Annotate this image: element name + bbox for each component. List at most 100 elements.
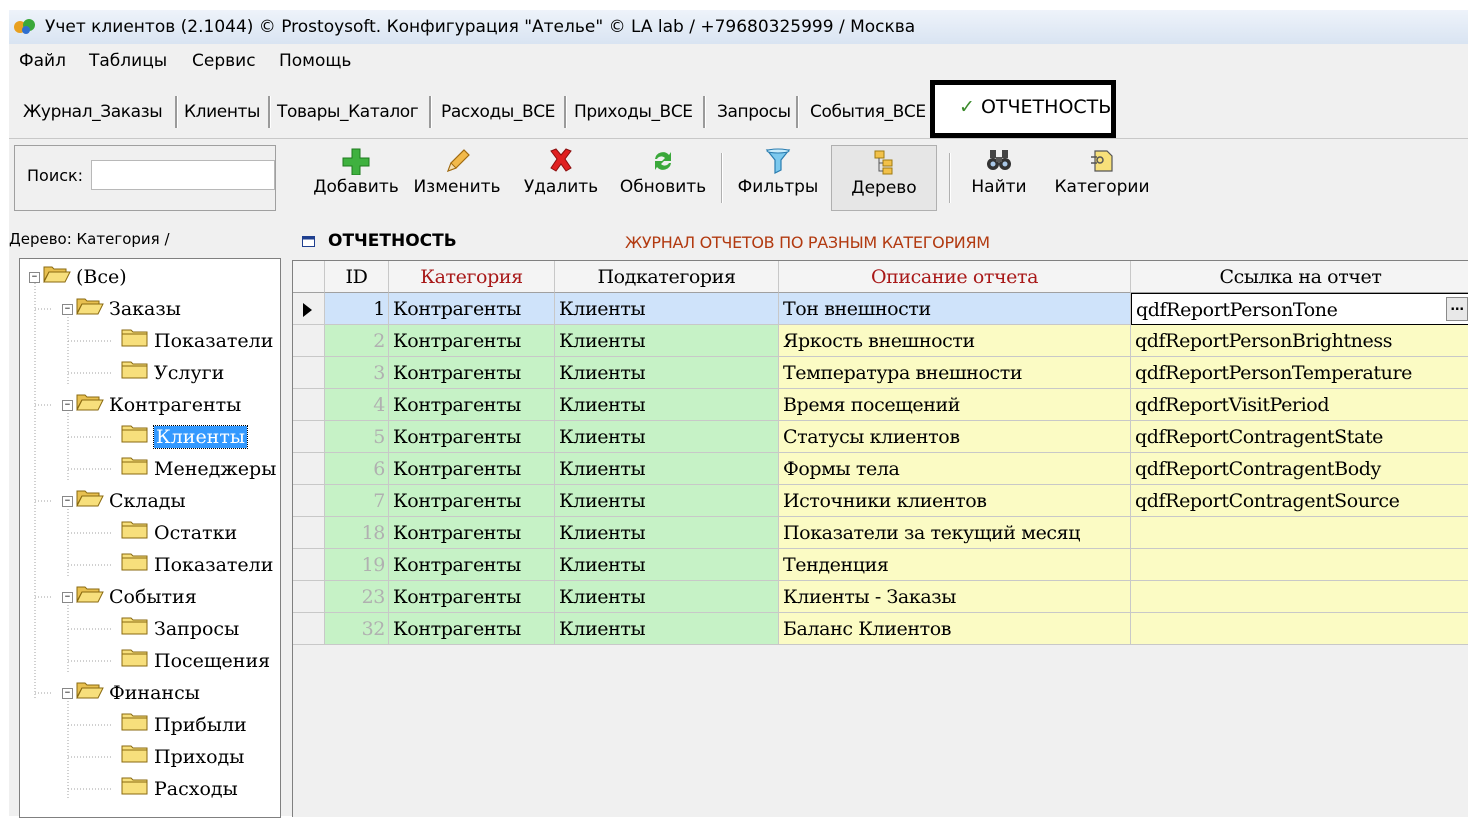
cell-description[interactable]: Температура внешности [779,357,1131,389]
cell-subcategory[interactable]: Клиенты [555,357,779,389]
tree-node-events-requests[interactable]: Запросы [121,613,239,643]
cell-link[interactable] [1131,613,1468,645]
tree-node-warehouses-indicators[interactable]: Показатели [121,549,273,579]
cell-id[interactable]: 32 [325,613,389,645]
tree-node-root-all[interactable]: (Все) [43,261,127,291]
table-row[interactable]: 32 Контрагенты Клиенты Баланс Клиентов [293,613,1468,645]
cell-subcategory[interactable]: Клиенты [555,581,779,613]
tree-node-orders-services[interactable]: Услуги [121,357,224,387]
collapse-toggle-icon[interactable]: − [62,400,73,411]
cell-category[interactable]: Контрагенты [389,581,555,613]
cell-description[interactable]: Тон внешности [779,293,1131,325]
tree-node-contragents[interactable]: Контрагенты [76,389,241,419]
cell-description[interactable]: Источники клиентов [779,485,1131,517]
cell-description[interactable]: Показатели за текущий месяц [779,517,1131,549]
table-row[interactable]: 4 Контрагенты Клиенты Время посещений qdfRep… [293,389,1468,421]
tab-clients[interactable]: Клиенты [184,92,260,132]
tree-node-contragents-managers[interactable]: Менеджеры [121,453,276,483]
cell-category[interactable]: Контрагенты [389,357,555,389]
browse-ellipsis-button[interactable]: ... [1446,297,1468,321]
cell-category[interactable]: Контрагенты [389,325,555,357]
cell-description[interactable]: Время посещений [779,389,1131,421]
collapse-toggle-icon[interactable]: − [62,592,73,603]
row-indicator[interactable] [293,357,325,389]
row-indicator[interactable] [293,613,325,645]
tab-requests[interactable]: Запросы [717,92,791,132]
tree-node-finance-profits[interactable]: Прибыли [121,709,247,739]
tab-income-all[interactable]: Приходы_ВСЕ [574,92,693,132]
cell-category[interactable]: Контрагенты [389,613,555,645]
cell-id[interactable]: 5 [325,421,389,453]
find-button[interactable]: Найти [965,145,1033,211]
cell-id[interactable]: 2 [325,325,389,357]
tab-orders-journal[interactable]: Журнал_Заказы [23,92,163,132]
column-header-subcategory[interactable]: Подкатегория [555,261,779,293]
collapse-toggle-icon[interactable]: − [62,688,73,699]
column-header-id[interactable]: ID [325,261,389,293]
cell-id[interactable]: 6 [325,453,389,485]
cell-id[interactable]: 4 [325,389,389,421]
collapse-toggle-icon[interactable]: − [62,304,73,315]
cell-description[interactable]: Формы тела [779,453,1131,485]
table-row[interactable]: 18 Контрагенты Клиенты Показатели за текущи… [293,517,1468,549]
menu-service[interactable]: Сервис [192,51,256,71]
cell-subcategory[interactable]: Клиенты [555,517,779,549]
cell-subcategory[interactable]: Клиенты [555,421,779,453]
cell-id[interactable]: 18 [325,517,389,549]
tree-button[interactable]: Дерево [831,145,937,211]
cell-subcategory[interactable]: Клиенты [555,485,779,517]
table-row[interactable]: 23 Контрагенты Клиенты Клиенты - Заказы [293,581,1468,613]
row-indicator[interactable] [293,293,325,325]
row-indicator[interactable] [293,517,325,549]
tree-node-orders-indicators[interactable]: Показатели [121,325,273,355]
row-indicator[interactable] [293,549,325,581]
cell-description[interactable]: Яркость внешности [779,325,1131,357]
column-header-description[interactable]: Описание отчета [779,261,1131,293]
cell-link[interactable] [1131,581,1468,613]
cell-category[interactable]: Контрагенты [389,389,555,421]
tree-node-events[interactable]: События [76,581,197,611]
tree-node-finance-income[interactable]: Приходы [121,741,244,771]
cell-subcategory[interactable]: Клиенты [555,325,779,357]
tree-node-finance-expenses[interactable]: Расходы [121,773,238,803]
edit-button[interactable]: Изменить [409,145,505,211]
row-indicator[interactable] [293,453,325,485]
cell-link[interactable]: qdfReportPersonBrightness [1131,325,1468,357]
cell-description[interactable]: Статусы клиентов [779,421,1131,453]
cell-link[interactable] [1131,517,1468,549]
row-indicator[interactable] [293,485,325,517]
cell-category[interactable]: Контрагенты [389,293,555,325]
table-row[interactable]: 3 Контрагенты Клиенты Температура внешности… [293,357,1468,389]
cell-description[interactable]: Клиенты - Заказы [779,581,1131,613]
cell-id[interactable]: 23 [325,581,389,613]
table-row[interactable]: 2 Контрагенты Клиенты Яркость внешности qdfR… [293,325,1468,357]
cell-id[interactable]: 19 [325,549,389,581]
cell-category[interactable]: Контрагенты [389,549,555,581]
cell-link[interactable]: qdfReportContragentState [1131,421,1468,453]
tab-events-all[interactable]: События_ВСЕ [810,92,926,132]
cell-link[interactable]: qdfReportContragentSource [1131,485,1468,517]
column-header-category[interactable]: Категория [389,261,555,293]
table-row[interactable]: 19 Контрагенты Клиенты Тенденция [293,549,1468,581]
add-button[interactable]: Добавить [311,145,401,211]
search-input[interactable] [91,160,275,190]
row-indicator[interactable] [293,581,325,613]
tree-node-contragents-clients[interactable]: Клиенты [121,421,248,451]
tree-node-warehouses[interactable]: Склады [76,485,186,515]
cell-link[interactable]: qdfReportPersonTone... [1131,293,1468,325]
cell-description[interactable]: Тенденция [779,549,1131,581]
cell-category[interactable]: Контрагенты [389,485,555,517]
filters-button[interactable]: Фильтры [733,145,823,211]
cell-subcategory[interactable]: Клиенты [555,549,779,581]
cell-category[interactable]: Контрагенты [389,421,555,453]
cell-subcategory[interactable]: Клиенты [555,293,779,325]
cell-link[interactable] [1131,549,1468,581]
row-indicator[interactable] [293,421,325,453]
cell-category[interactable]: Контрагенты [389,453,555,485]
cell-subcategory[interactable]: Клиенты [555,613,779,645]
table-row[interactable]: 1 Контрагенты Клиенты Тон внешности qdfRepor… [293,293,1468,325]
cell-id[interactable]: 1 [325,293,389,325]
column-header-link[interactable]: Ссылка на отчет [1131,261,1468,293]
menu-tables[interactable]: Таблицы [89,51,167,71]
tree-node-finance[interactable]: Финансы [76,677,200,707]
